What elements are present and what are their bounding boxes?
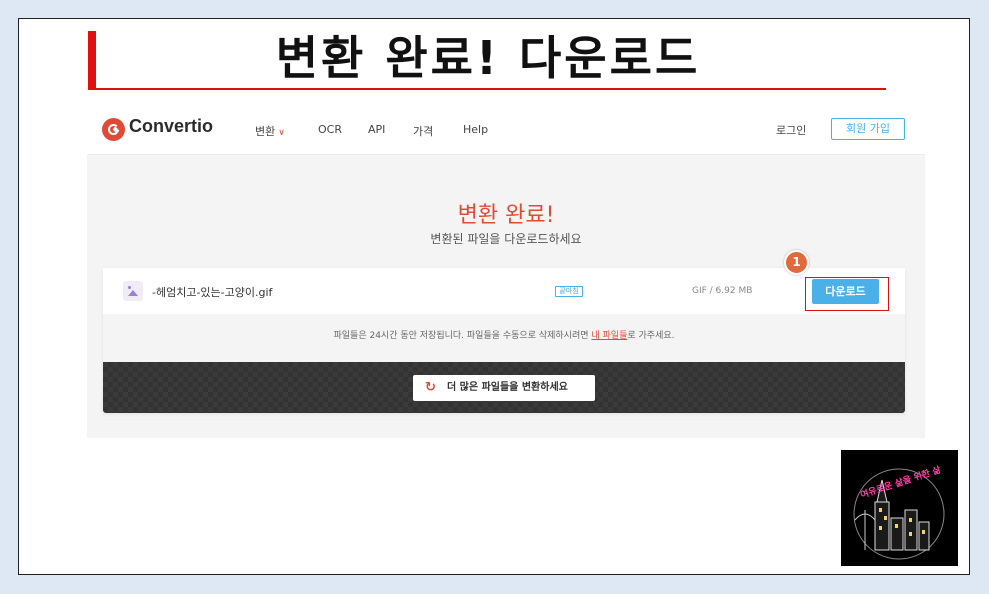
logo-text[interactable]: Convertio bbox=[129, 116, 213, 137]
signup-button[interactable]: 회원 가입 bbox=[831, 118, 905, 140]
my-files-link[interactable]: 내 파일들 bbox=[591, 331, 627, 341]
convertio-screenshot: Convertio 변환 ∨ OCR API 가격 Help 로그인 회원 가입 … bbox=[87, 103, 925, 438]
nav-item-convert[interactable]: 변환 ∨ bbox=[255, 123, 285, 139]
convert-more-bar: ↻ 더 많은 파일들을 변환하세요 bbox=[103, 362, 905, 413]
page-heading-bar: 변환 완료! 다운로드 bbox=[88, 31, 888, 91]
file-row: -헤엄치고-있는-고양이.gif 끝마침 GIF / 6.92 MB 다운로드 … bbox=[103, 250, 905, 314]
download-button[interactable]: 다운로드 bbox=[812, 279, 879, 304]
nav-item-label: 변환 bbox=[255, 125, 276, 138]
nav-item-ocr[interactable]: OCR bbox=[318, 123, 342, 136]
download-highlight: 다운로드 bbox=[805, 277, 889, 311]
convert-more-button[interactable]: ↻ 더 많은 파일들을 변환하세요 bbox=[413, 375, 595, 401]
result-title: 변환 완료! bbox=[457, 203, 555, 228]
convert-more-label: 더 많은 파일들을 변환하세요 bbox=[447, 382, 568, 393]
file-meta: GIF / 6.92 MB bbox=[692, 286, 753, 296]
page-heading: 변환 완료! 다운로드 bbox=[275, 31, 701, 85]
result-subtitle: 변환된 파일을 다운로드하세요 bbox=[430, 232, 582, 246]
convertio-logo-icon[interactable] bbox=[102, 118, 125, 141]
notice-text: 파일들은 24시간 동안 저장됩니다. 파일들을 수동으로 삭제하시려면 bbox=[333, 331, 592, 341]
nav-item-help[interactable]: Help bbox=[463, 123, 488, 136]
status-badge: 끝마침 bbox=[555, 286, 583, 297]
conversion-card: -헤엄치고-있는-고양이.gif 끝마침 GIF / 6.92 MB 다운로드 … bbox=[103, 250, 905, 413]
nav-item-pricing[interactable]: 가격 bbox=[413, 123, 433, 139]
blog-logo-image: 여유로운 삶을 위한 삶 bbox=[841, 450, 958, 566]
city-illustration: 여유로운 삶을 위한 삶 bbox=[853, 463, 945, 560]
file-name: -헤엄치고-있는-고양이.gif bbox=[152, 286, 273, 299]
chevron-down-icon: ∨ bbox=[278, 128, 285, 138]
image-file-icon bbox=[123, 281, 143, 301]
login-link[interactable]: 로그인 bbox=[776, 122, 806, 138]
storage-notice: 파일들은 24시간 동안 저장됩니다. 파일들을 수동으로 삭제하시려면 내 파… bbox=[103, 314, 905, 362]
step-marker: 1 bbox=[784, 250, 809, 275]
top-nav: Convertio 변환 ∨ OCR API 가격 Help 로그인 회원 가입 bbox=[87, 103, 925, 155]
nav-item-api[interactable]: API bbox=[368, 123, 385, 136]
heading-underline bbox=[88, 88, 886, 90]
refresh-icon: ↻ bbox=[425, 380, 436, 395]
notice-text-end: 로 가주세요. bbox=[627, 331, 675, 341]
